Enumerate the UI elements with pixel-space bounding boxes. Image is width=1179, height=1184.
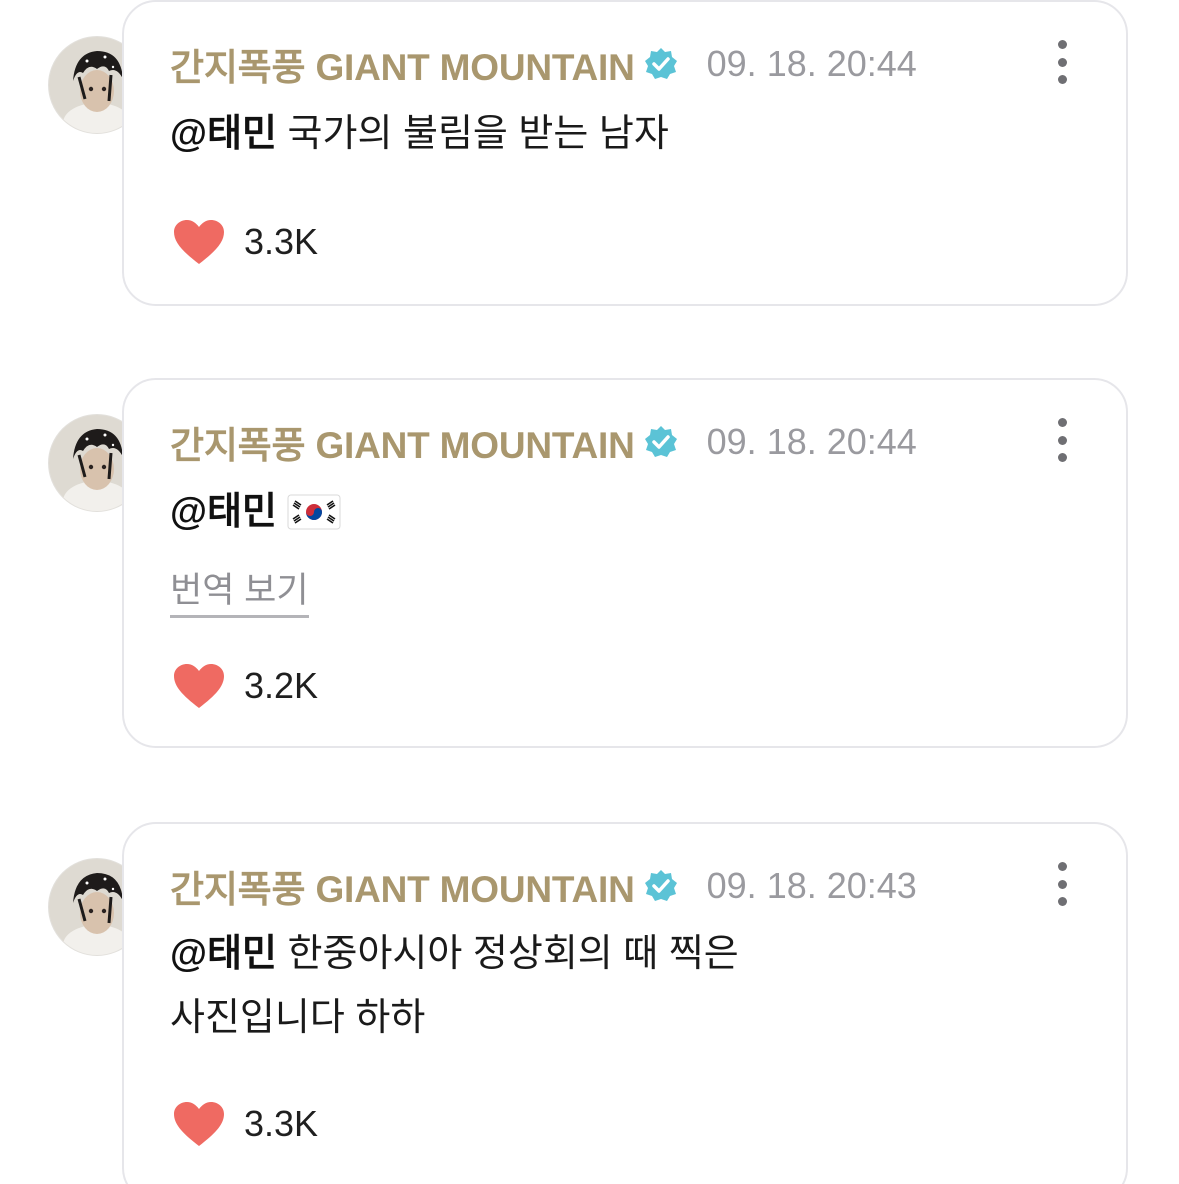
author-name[interactable]: 간지폭풍 GIANT MOUNTAIN [170,415,635,469]
comment-header: 간지폭풍 GIANT MOUNTAIN 09. 18. 20:43 [170,862,917,910]
like-button[interactable]: 3.3K [172,214,318,270]
mention-link[interactable]: @태민 [170,113,277,155]
comment-card: 간지폭풍 GIANT MOUNTAIN 09. 18. 20:44 @태민 번역… [122,378,1128,748]
mention-link[interactable]: @태민 [170,491,277,533]
like-count: 3.3K [244,1103,319,1144]
comment-card: 간지폭풍 GIANT MOUNTAIN 09. 18. 20:43 @태민 한중… [122,822,1128,1184]
timestamp: 09. 18. 20:43 [706,865,917,906]
comment-text: @태민 [170,480,341,544]
comment-post: 간지폭풍 GIANT MOUNTAIN 09. 18. 20:43 @태민 한중… [0,822,1179,1184]
verified-badge-icon [643,46,679,82]
like-count: 3.3K [244,221,319,262]
heart-icon [172,1100,226,1148]
comment-text-content: 국가의 불림을 받는 남자 [276,113,669,155]
heart-icon [172,662,226,710]
comment-post: 간지폭풍 GIANT MOUNTAIN 09. 18. 20:44 @태민 국가… [0,0,1179,306]
comment-text: @태민 국가의 불림을 받는 남자 [170,102,669,166]
more-vertical-icon[interactable] [1052,40,1072,84]
comment-post: 간지폭풍 GIANT MOUNTAIN 09. 18. 20:44 @태민 번역… [0,378,1179,748]
comment-feed: 간지폭풍 GIANT MOUNTAIN 09. 18. 20:44 @태민 국가… [0,0,1179,1184]
author-name[interactable]: 간지폭풍 GIANT MOUNTAIN [170,859,635,913]
comment-text-content: 한중아시아 정상회의 때 찍은 [276,933,739,975]
like-count: 3.2K [244,665,319,706]
comment-header: 간지폭풍 GIANT MOUNTAIN 09. 18. 20:44 [170,40,917,88]
timestamp: 09. 18. 20:44 [706,421,917,462]
translate-link[interactable]: 번역 보기 [170,562,309,618]
comment-text: @태민 한중아시아 정상회의 때 찍은 사진입니다 하하 [170,922,739,1050]
verified-badge-icon [643,424,679,460]
comment-card: 간지폭풍 GIANT MOUNTAIN 09. 18. 20:44 @태민 국가… [122,0,1128,306]
comment-header: 간지폭풍 GIANT MOUNTAIN 09. 18. 20:44 [170,418,917,466]
heart-icon [172,218,226,266]
comment-text-line2: 사진입니다 하하 [170,997,426,1039]
author-name[interactable]: 간지폭풍 GIANT MOUNTAIN [170,37,635,91]
like-button[interactable]: 3.2K [172,658,318,714]
south-korea-flag-emoji [287,486,341,530]
more-vertical-icon[interactable] [1052,862,1072,906]
mention-link[interactable]: @태민 [170,933,277,975]
timestamp: 09. 18. 20:44 [706,43,917,84]
more-vertical-icon[interactable] [1052,418,1072,462]
like-button[interactable]: 3.3K [172,1096,318,1152]
verified-badge-icon [643,868,679,904]
